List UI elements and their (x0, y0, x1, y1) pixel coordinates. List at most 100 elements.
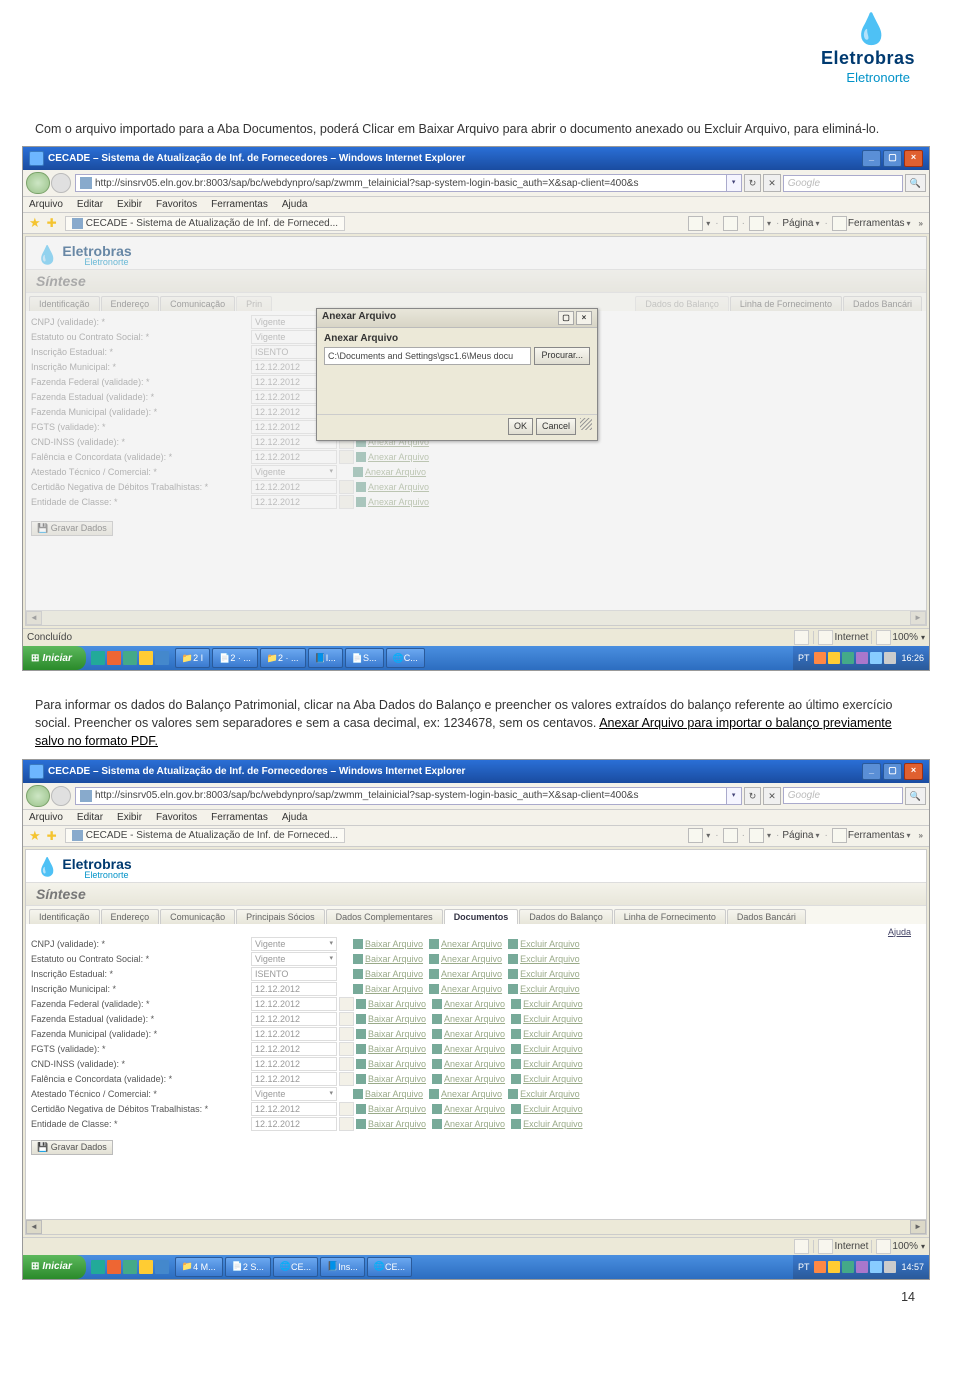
ql-icon[interactable] (155, 651, 169, 665)
refresh-button[interactable]: ↻ (744, 787, 762, 805)
print-icon[interactable] (749, 828, 764, 843)
baixar-link[interactable]: Baixar Arquivo (356, 1119, 426, 1129)
ql-icon[interactable] (91, 1260, 105, 1274)
tray-icon[interactable] (870, 1261, 882, 1273)
anexar-link[interactable]: Anexar Arquivo (432, 1074, 505, 1084)
url-input[interactable]: http://sinsrv05.eln.gov.br:8003/sap/bc/w… (75, 174, 727, 192)
date-picker-icon[interactable] (339, 450, 354, 464)
anexar-link[interactable]: Anexar Arquivo (429, 939, 502, 949)
taskbar-item[interactable]: 🌐 CE... (367, 1257, 412, 1277)
excluir-link[interactable]: Excluir Arquivo (508, 939, 580, 949)
refresh-button[interactable]: ↻ (744, 174, 762, 192)
feeds-icon[interactable] (723, 216, 738, 231)
date-picker-icon[interactable] (339, 495, 354, 509)
tray-icon[interactable] (856, 1261, 868, 1273)
dialog-close-button[interactable]: × (576, 311, 592, 325)
baixar-link[interactable]: Baixar Arquivo (353, 939, 423, 949)
search-input[interactable]: Google (783, 787, 903, 804)
tray-icon[interactable] (856, 652, 868, 664)
zoom-icon[interactable] (876, 1239, 891, 1254)
minimize-button[interactable]: _ (862, 150, 881, 167)
excluir-link[interactable]: Excluir Arquivo (508, 1089, 580, 1099)
date-picker-icon[interactable] (339, 480, 354, 494)
excluir-link[interactable]: Excluir Arquivo (511, 1104, 583, 1114)
excluir-link[interactable]: Excluir Arquivo (511, 1074, 583, 1084)
taskbar-item[interactable]: 🌐 CE... (273, 1257, 318, 1277)
gravar-dados-button[interactable]: Gravar Dados (31, 521, 113, 536)
favorites-icon[interactable]: ★ (29, 215, 41, 231)
anexar-link[interactable]: Anexar Arquivo (432, 1044, 505, 1054)
excluir-link[interactable]: Excluir Arquivo (511, 1014, 583, 1024)
baixar-link[interactable]: Baixar Arquivo (353, 1089, 423, 1099)
print-icon[interactable] (749, 216, 764, 231)
stop-button[interactable]: ✕ (763, 174, 781, 192)
browse-button[interactable]: Procurar... (534, 347, 590, 365)
home-icon[interactable] (688, 828, 703, 843)
maximize-button[interactable]: ▢ (883, 763, 902, 780)
anexar-link[interactable]: Anexar Arquivo (432, 999, 505, 1009)
zoom-icon[interactable] (876, 630, 891, 645)
start-button[interactable]: Iniciar (23, 1255, 86, 1279)
ql-icon[interactable] (155, 1260, 169, 1274)
url-input[interactable]: http://sinsrv05.eln.gov.br:8003/sap/bc/w… (75, 787, 727, 805)
taskbar-item[interactable]: 📁 2 I (175, 648, 210, 668)
tab-principais-socios[interactable]: Principais Sócios (236, 909, 325, 924)
tools-menu[interactable]: Ferramentas (848, 830, 905, 841)
ok-button[interactable]: OK (508, 418, 533, 435)
search-input[interactable]: Google (783, 175, 903, 192)
tools-icon[interactable] (832, 216, 847, 231)
baixar-link[interactable]: Baixar Arquivo (356, 1014, 426, 1024)
ajuda-link[interactable]: Ajuda (888, 927, 911, 937)
page-menu[interactable]: Página (782, 218, 813, 229)
back-button[interactable] (26, 785, 50, 807)
tab-comunicacao[interactable]: Comunicação (160, 909, 235, 924)
anexar-link[interactable]: Anexar Arquivo (429, 969, 502, 979)
ql-icon[interactable] (107, 651, 121, 665)
gravar-dados-button[interactable]: Gravar Dados (31, 1140, 113, 1155)
taskbar-item[interactable]: 📄 S... (345, 648, 384, 668)
baixar-link[interactable]: Baixar Arquivo (356, 1074, 426, 1084)
tab-identificacao[interactable]: Identificação (29, 296, 100, 311)
baixar-link[interactable]: Baixar Arquivo (356, 1104, 426, 1114)
ql-icon[interactable] (123, 651, 137, 665)
excluir-link[interactable]: Excluir Arquivo (511, 1044, 583, 1054)
tray-icon[interactable] (828, 1261, 840, 1273)
taskbar-item[interactable]: 📁 2 · ... (260, 648, 306, 668)
tray-icon[interactable] (828, 652, 840, 664)
excluir-link[interactable]: Excluir Arquivo (511, 1029, 583, 1039)
anexar-link[interactable]: Anexar Arquivo (432, 1059, 505, 1069)
anexar-link[interactable]: Anexar Arquivo (356, 452, 429, 462)
favorites-icon[interactable]: ★ (29, 828, 41, 844)
tab-dados-bancarios[interactable]: Dados Bancári (843, 296, 922, 311)
tab-linha-fornecimento[interactable]: Linha de Fornecimento (614, 909, 726, 924)
baixar-link[interactable]: Baixar Arquivo (356, 1029, 426, 1039)
baixar-link[interactable]: Baixar Arquivo (353, 969, 423, 979)
search-go-button[interactable]: 🔍 (905, 174, 926, 192)
date-picker-icon[interactable] (339, 1117, 354, 1131)
tray-icon[interactable] (842, 1261, 854, 1273)
back-button[interactable] (26, 172, 50, 194)
tray-icon[interactable] (870, 652, 882, 664)
anexar-link[interactable]: Anexar Arquivo (356, 482, 429, 492)
anexar-link[interactable]: Anexar Arquivo (429, 984, 502, 994)
taskbar-item[interactable]: 📄 2 S... (225, 1257, 271, 1277)
tray-icon[interactable] (814, 1261, 826, 1273)
anexar-link[interactable]: Anexar Arquivo (356, 497, 429, 507)
ql-icon[interactable] (91, 651, 105, 665)
feeds-icon[interactable] (723, 828, 738, 843)
tab-endereco[interactable]: Endereço (101, 296, 160, 311)
excluir-link[interactable]: Excluir Arquivo (511, 1119, 583, 1129)
tab-dados-bancarios[interactable]: Dados Bancári (727, 909, 806, 924)
tab-comunicacao[interactable]: Comunicação (160, 296, 235, 311)
ql-icon[interactable] (123, 1260, 137, 1274)
home-icon[interactable] (688, 216, 703, 231)
browser-menu[interactable]: ArquivoEditarExibirFavoritosFerramentasA… (23, 810, 929, 826)
maximize-button[interactable]: ▢ (883, 150, 902, 167)
search-go-button[interactable]: 🔍 (905, 787, 926, 805)
baixar-link[interactable]: Baixar Arquivo (356, 1059, 426, 1069)
url-dropdown[interactable]: ▾ (727, 787, 742, 805)
anexar-link[interactable]: Anexar Arquivo (432, 1014, 505, 1024)
tab-endereco[interactable]: Endereço (101, 909, 160, 924)
stop-button[interactable]: ✕ (763, 787, 781, 805)
excluir-link[interactable]: Excluir Arquivo (508, 969, 580, 979)
